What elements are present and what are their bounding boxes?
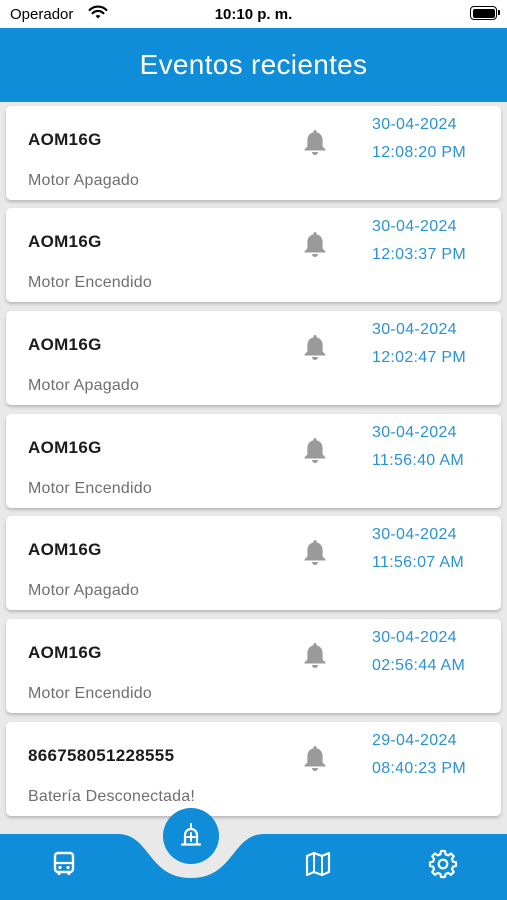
event-plate: AOM16G <box>28 130 102 149</box>
event-plate: AOM16G <box>28 335 102 354</box>
event-card[interactable]: AOM16G Motor Apagado 30-04-2024 11:56:07… <box>6 516 501 610</box>
event-time: 08:40:23 PM <box>372 760 467 777</box>
bell-icon <box>302 744 328 772</box>
event-card[interactable]: AOM16G Motor Encendido 30-04-2024 11:56:… <box>6 414 501 508</box>
event-plate: AOM16G <box>28 643 102 662</box>
event-date: 30-04-2024 <box>372 321 457 338</box>
event-time: 11:56:07 AM <box>372 554 464 571</box>
event-card[interactable]: AOM16G Motor Encendido 30-04-2024 02:56:… <box>6 619 501 713</box>
battery-icon <box>470 6 500 20</box>
event-card[interactable]: AOM16G Motor Encendido 30-04-2024 12:03:… <box>6 208 501 302</box>
event-date: 30-04-2024 <box>372 526 457 543</box>
event-description: Motor Apagado <box>28 377 140 394</box>
event-description: Batería Desconectada! <box>28 788 195 805</box>
map-icon <box>305 851 331 877</box>
status-bar: Operador 10:10 p. m. <box>0 0 507 28</box>
events-fab-button[interactable] <box>163 808 219 864</box>
nav-vehicles[interactable] <box>42 842 86 886</box>
event-plate: 866758051228555 <box>28 746 175 765</box>
event-date: 30-04-2024 <box>372 629 457 646</box>
bell-icon <box>302 538 328 566</box>
event-time: 11:56:40 AM <box>372 452 464 469</box>
bus-icon <box>53 851 75 875</box>
event-plate: AOM16G <box>28 232 102 251</box>
bell-icon <box>302 641 328 669</box>
event-plate: AOM16G <box>28 540 102 559</box>
event-time: 12:08:20 PM <box>372 144 467 161</box>
event-description: Motor Apagado <box>28 172 140 189</box>
event-card[interactable]: 866758051228555 Batería Desconectada! 29… <box>6 722 501 816</box>
event-description: Motor Encendido <box>28 480 152 497</box>
bell-icon <box>302 436 328 464</box>
event-date: 30-04-2024 <box>372 424 457 441</box>
event-date: 30-04-2024 <box>372 116 457 133</box>
bell-icon <box>302 333 328 361</box>
event-card[interactable]: AOM16G Motor Apagado 30-04-2024 12:08:20… <box>6 106 501 200</box>
clock-label: 10:10 p. m. <box>214 6 293 23</box>
alert-add-icon <box>180 823 202 846</box>
event-time: 02:56:44 AM <box>372 657 466 674</box>
bottom-nav <box>0 830 507 900</box>
event-time: 12:03:37 PM <box>372 246 467 263</box>
event-date: 29-04-2024 <box>372 732 457 749</box>
app-header: Eventos recientes <box>0 28 507 102</box>
event-time: 12:02:47 PM <box>372 349 467 366</box>
event-card[interactable]: AOM16G Motor Apagado 30-04-2024 12:02:47… <box>6 311 501 405</box>
event-description: Motor Encendido <box>28 274 152 291</box>
event-plate: AOM16G <box>28 438 102 457</box>
bell-icon <box>302 128 328 156</box>
event-description: Motor Encendido <box>28 685 152 702</box>
gear-icon <box>428 849 458 879</box>
nav-settings[interactable] <box>421 842 465 886</box>
bell-icon <box>302 230 328 258</box>
event-description: Motor Apagado <box>28 582 140 599</box>
nav-map[interactable] <box>296 842 340 886</box>
page-title: Eventos recientes <box>139 49 368 80</box>
event-date: 30-04-2024 <box>372 218 457 235</box>
app-screen: Operador 10:10 p. m. Eventos recientes A… <box>0 0 507 900</box>
